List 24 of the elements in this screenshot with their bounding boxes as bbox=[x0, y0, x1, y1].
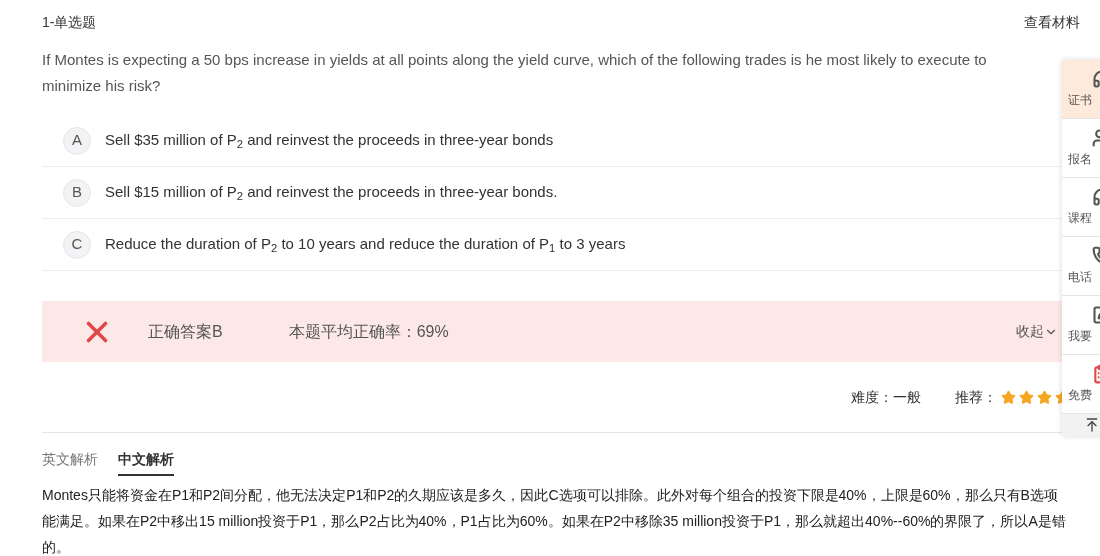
option-text[interactable]: Sell $35 million of P$_{2}$ and reinvest the proceeds in three-year bonds bbox=[105, 129, 554, 152]
difficulty-text: 难度：一般 bbox=[851, 387, 921, 407]
correct-answer: 正确答案B bbox=[148, 321, 223, 342]
option-text[interactable]: Reduce the duration of P$_{2}$ to 10 years and reduce the duration of P$_{1}$ to 3 years bbox=[105, 233, 626, 256]
option-letter[interactable]: A bbox=[63, 126, 91, 155]
side-panel-item[interactable]: 报名 bbox=[1062, 119, 1100, 178]
side-panel-item[interactable]: 我要 bbox=[1062, 296, 1100, 355]
side-panel-item[interactable]: 免费 bbox=[1062, 355, 1100, 414]
side-panel-item[interactable]: 证书 bbox=[1062, 60, 1100, 119]
analysis-tab[interactable]: 中文解析 bbox=[118, 449, 174, 476]
side-panel-item[interactable]: 课程 bbox=[1062, 178, 1100, 237]
option-text[interactable]: Sell $15 million of P$_{2}$ and reinvest the proceeds in three-year bonds. bbox=[105, 181, 558, 204]
question-text: If Montes is expecting a 50 bps increase in yields at all points along the yield curve, which of the following trades is he most likely to execute to minimize his risk? bbox=[42, 50, 988, 96]
option-letter[interactable]: C bbox=[63, 230, 91, 259]
option-letter[interactable]: B bbox=[63, 178, 91, 207]
explanation-text: Montes只能将资金在P1和P2间分配，他无法决定P1和P2的久期应该是多久，因此C选项可以排除。此外对每个组合的投资下限是40%，上限是60%，那么只有B选项能满足。如果在P2中移出15 million投资于P1，那么P2占比为40%，P1占比为60%。如果在P2中移除35 million投资于P1，那么就超出40%--60%的界限了，所以A是错的。 bbox=[42, 486, 1067, 556]
side-panel-item[interactable]: 电话 bbox=[1062, 237, 1100, 296]
recommend-label: 推荐： bbox=[955, 387, 997, 407]
view-material-link[interactable]: 查看材料 bbox=[1024, 12, 1080, 33]
back-to-top-icon[interactable] bbox=[1084, 417, 1100, 433]
question-type: 1-单选题 bbox=[42, 13, 97, 32]
collapse-button[interactable]: 收起 bbox=[1016, 321, 1058, 342]
analysis-tab[interactable]: 英文解析 bbox=[42, 449, 98, 476]
average-accuracy: 本题平均正确率：69% bbox=[288, 321, 449, 342]
